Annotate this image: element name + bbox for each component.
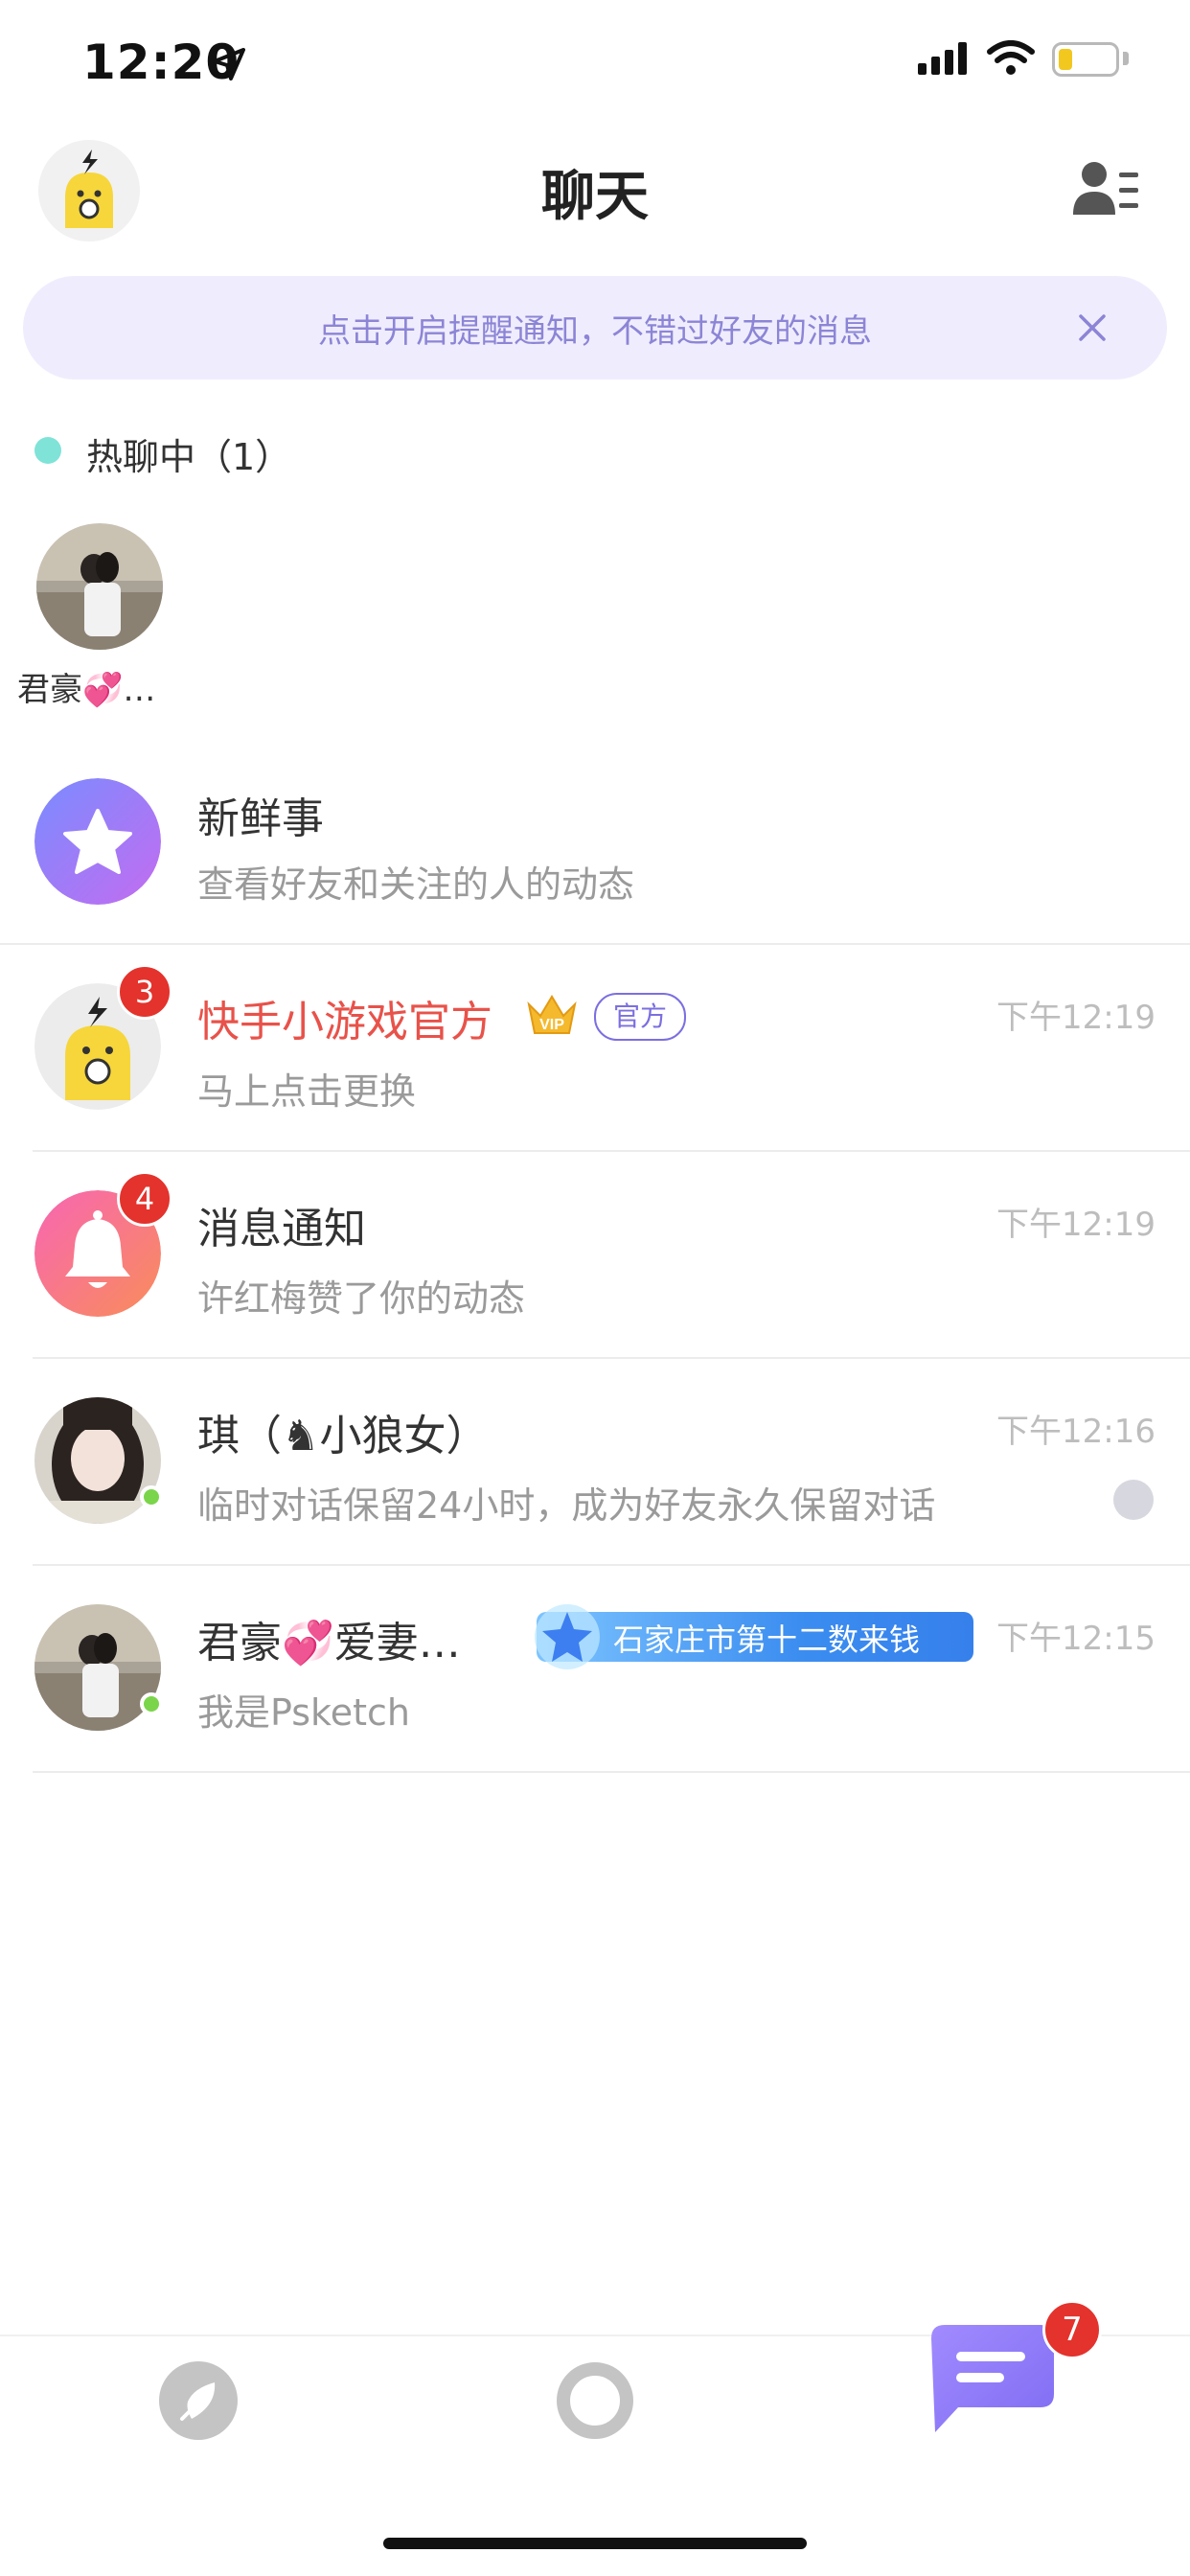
hot-chat-indicator <box>34 437 61 464</box>
conversation-time: 下午12:16 <box>996 1413 1156 1451</box>
star-badge-icon <box>535 1604 600 1669</box>
conversation-subtitle: 查看好友和关注的人的动态 <box>197 863 635 906</box>
location-tag-text: 石家庄市第十二数来钱 <box>613 1622 921 1658</box>
girl-photo-icon <box>34 1397 161 1524</box>
couple-photo-icon <box>36 523 163 650</box>
contacts-icon[interactable] <box>1073 159 1140 220</box>
online-status-dot <box>140 1692 163 1715</box>
conversation-title: 琪（♞小狼女） <box>197 1412 489 1460</box>
list-item-news[interactable] <box>0 736 1190 941</box>
battery-tip <box>1123 52 1129 65</box>
live-circle-icon[interactable] <box>556 2361 634 2440</box>
battery-icon <box>1052 42 1119 77</box>
home-indicator[interactable] <box>383 2538 807 2549</box>
online-status-dot <box>140 1485 163 1508</box>
notification-banner-text[interactable]: 点击开启提醒通知，不错过好友的消息 <box>0 305 1190 352</box>
chat-qi-avatar <box>34 1397 161 1524</box>
conversation-subtitle: 临时对话保留24小时，成为好友永久保留对话 <box>197 1484 936 1527</box>
official-tag: 官方 <box>594 993 687 1041</box>
conversation-subtitle: 许红梅赞了你的动态 <box>197 1277 526 1320</box>
conversation-title: 快手小游戏官方 <box>197 998 492 1046</box>
wifi-icon <box>987 40 1035 75</box>
unread-badge: 3 <box>117 964 172 1020</box>
hot-chat-avatar[interactable] <box>36 523 163 650</box>
hot-chat-name: 君豪💞… <box>17 671 156 709</box>
vip-crown-icon: VIP <box>527 995 577 1034</box>
conversation-time: 下午12:19 <box>996 999 1156 1037</box>
hot-chat-label: 热聊中（1） <box>86 436 292 478</box>
conversation-time: 下午12:15 <box>996 1620 1156 1658</box>
discover-compass-icon[interactable] <box>159 2361 238 2440</box>
conversation-title: 君豪💞爱妻… <box>197 1619 461 1668</box>
divider <box>33 1771 1190 1773</box>
unread-badge: 4 <box>117 1171 172 1227</box>
svg-text:VIP: VIP <box>539 1017 564 1033</box>
close-icon[interactable] <box>1073 309 1111 347</box>
news-avatar <box>34 778 161 905</box>
star-icon <box>34 778 161 905</box>
couple-photo-icon <box>34 1604 161 1731</box>
list-item-notifications[interactable] <box>0 1152 1190 1357</box>
list-item-game-official[interactable] <box>0 945 1190 1150</box>
list-item-chat-qi[interactable] <box>0 1359 1190 1564</box>
message-tab-badge: 7 <box>1042 2300 1102 2359</box>
conversation-subtitle: 我是Psketch <box>197 1691 410 1734</box>
conversation-title: 消息通知 <box>197 1205 366 1254</box>
page-title: 聊天 <box>541 166 649 228</box>
conversation-subtitle: 马上点击更换 <box>197 1070 417 1113</box>
read-status-dot <box>1113 1480 1154 1520</box>
location-arrow-icon <box>213 48 245 80</box>
conversation-title: 新鲜事 <box>197 794 324 843</box>
cellular-signal-icon <box>918 42 967 75</box>
chat-junhao-avatar <box>34 1604 161 1731</box>
message-chat-icon[interactable] <box>931 2325 1054 2432</box>
conversation-time: 下午12:19 <box>996 1206 1156 1244</box>
